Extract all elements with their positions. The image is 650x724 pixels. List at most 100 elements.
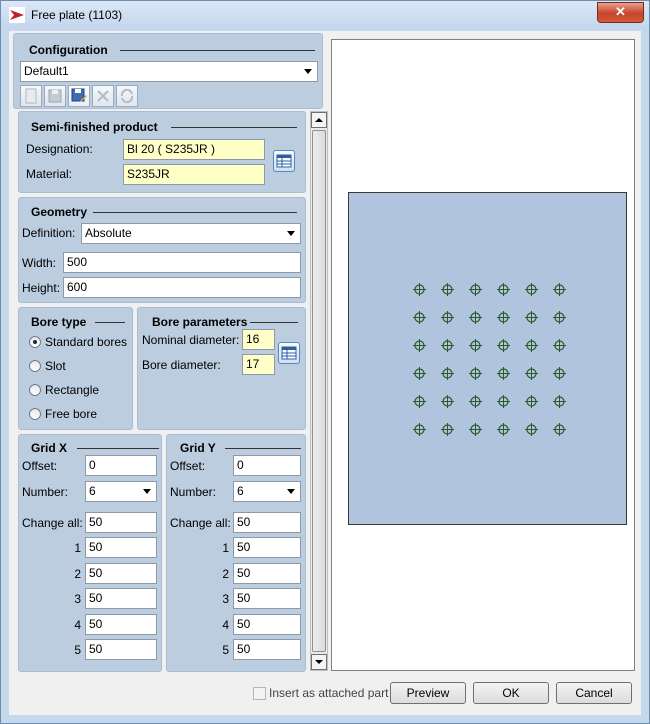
grid-y-row-field[interactable]: 50 (233, 588, 301, 609)
bore-hole-icon (441, 311, 454, 324)
title-bar[interactable]: Free plate (1103) ✕ (1, 1, 649, 29)
grid-y-row-field[interactable]: 50 (233, 639, 301, 660)
save-as-config-button[interactable] (68, 85, 90, 107)
standard-bores-label: Standard bores (45, 335, 128, 349)
definition-select[interactable]: Absolute (81, 223, 301, 244)
bore-hole-icon (553, 367, 566, 380)
grid-y-number-label: Number: (170, 485, 217, 499)
grid-y-group: Grid Y Offset: 0 Number: 6 Change all: 5… (166, 434, 306, 672)
catalog-table-icon (281, 346, 297, 360)
material-field[interactable]: S235JR (123, 164, 265, 185)
grid-y-row-label: 1 (222, 541, 229, 555)
free-plate-window: Free plate (1103) ✕ Configuration Defaul… (0, 0, 650, 724)
chevron-down-icon (304, 69, 312, 74)
group-divider (120, 50, 315, 51)
geometry-group: Geometry Definition: Absolute Width: 500… (18, 197, 306, 303)
panel-scrollbar[interactable] (310, 111, 328, 671)
bore-hole-icon (469, 423, 482, 436)
grid-y-row-label: 2 (222, 567, 229, 581)
close-button[interactable]: ✕ (597, 2, 644, 23)
grid-y-row-field[interactable]: 50 (233, 537, 301, 558)
bore-hole-icon (525, 395, 538, 408)
grid-y-row-label: 4 (222, 618, 229, 632)
bore-hole-icon (469, 311, 482, 324)
bore-hole-icon (469, 395, 482, 408)
height-field[interactable]: 600 (63, 277, 301, 298)
free-bore-label: Free bore (45, 407, 98, 421)
grid-x-offset-field[interactable]: 0 (85, 455, 157, 476)
grid-y-row-label: 3 (222, 592, 229, 606)
cancel-button[interactable]: Cancel (556, 682, 632, 704)
radio-standard-bores[interactable] (29, 336, 41, 348)
definition-select-value: Absolute (85, 226, 132, 240)
designation-field[interactable]: Bl 20 ( S235JR ) (123, 139, 265, 160)
delete-config-button[interactable] (92, 85, 114, 107)
grid-x-row-field[interactable]: 50 (85, 537, 157, 558)
bore-type-title: Bore type (31, 315, 87, 329)
insert-attached-checkbox[interactable] (253, 687, 266, 700)
radio-free-bore[interactable] (29, 408, 41, 420)
radio-slot[interactable] (29, 360, 41, 372)
grid-x-number-value: 6 (89, 484, 96, 498)
scroll-thumb[interactable] (312, 130, 326, 652)
group-divider (93, 212, 297, 213)
scroll-up-button[interactable] (311, 112, 327, 128)
window-title: Free plate (1103) (31, 8, 123, 22)
bore-hole-icon (441, 283, 454, 296)
plate-shape (348, 192, 627, 525)
semi-finished-product-group: Semi-finished product Designation: Bl 20… (18, 111, 306, 193)
bore-hole-icon (469, 339, 482, 352)
grid-x-row-label: 4 (74, 618, 81, 632)
arrow-up-icon (315, 118, 323, 122)
bore-hole-icon (413, 423, 426, 436)
ok-button[interactable]: OK (473, 682, 549, 704)
grid-x-row-label: 5 (74, 643, 81, 657)
refresh-icon (120, 88, 134, 104)
grid-x-row-field[interactable]: 50 (85, 639, 157, 660)
configuration-select[interactable]: Default1 (20, 61, 318, 82)
bore-hole-icon (497, 311, 510, 324)
bore-hole-icon (553, 283, 566, 296)
scroll-down-button[interactable] (311, 654, 327, 670)
bore-hole-icon (497, 423, 510, 436)
bore-hole-icon (441, 395, 454, 408)
grid-x-row-field[interactable]: 50 (85, 588, 157, 609)
bore-hole-icon (413, 367, 426, 380)
grid-y-row-label: 5 (222, 643, 229, 657)
bore-parameters-title: Bore parameters (152, 315, 248, 329)
configuration-select-value: Default1 (24, 64, 69, 78)
grid-x-number-label: Number: (22, 485, 69, 499)
bore-diameter-field[interactable]: 17 (242, 354, 275, 375)
grid-y-change-all-field[interactable]: 50 (233, 512, 301, 533)
bore-hole-icon (441, 367, 454, 380)
chevron-down-icon (287, 489, 295, 494)
bore-type-group: Bore type Standard bores Slot Rectangle … (18, 307, 133, 430)
bore-hole-icon (497, 395, 510, 408)
grid-x-change-all-field[interactable]: 50 (85, 512, 157, 533)
grid-x-change-all-label: Change all: (22, 516, 83, 530)
bore-hole-icon (413, 395, 426, 408)
grid-x-row-field[interactable]: 50 (85, 563, 157, 584)
grid-y-offset-field[interactable]: 0 (233, 455, 301, 476)
preview-button[interactable]: Preview (390, 682, 466, 704)
grid-x-number-select[interactable]: 6 (85, 481, 157, 502)
grid-y-change-all-label: Change all: (170, 516, 231, 530)
grid-x-group: Grid X Offset: 0 Number: 6 Change all: 5… (18, 434, 162, 672)
bore-hole-icon (525, 283, 538, 296)
configuration-title: Configuration (29, 43, 108, 57)
grid-y-row-field[interactable]: 50 (233, 614, 301, 635)
grid-x-row-label: 3 (74, 592, 81, 606)
width-field[interactable]: 500 (63, 252, 301, 273)
catalog-button[interactable] (273, 150, 295, 172)
refresh-config-button[interactable] (116, 85, 138, 107)
delete-icon (97, 90, 109, 102)
radio-rectangle[interactable] (29, 384, 41, 396)
nominal-diameter-field[interactable]: 16 (242, 329, 275, 350)
bore-catalog-button[interactable] (278, 342, 300, 364)
new-config-button[interactable] (20, 85, 42, 107)
grid-y-row-field[interactable]: 50 (233, 563, 301, 584)
grid-x-row-field[interactable]: 50 (85, 614, 157, 635)
save-config-button[interactable] (44, 85, 66, 107)
chevron-down-icon (143, 489, 151, 494)
grid-y-number-select[interactable]: 6 (233, 481, 301, 502)
